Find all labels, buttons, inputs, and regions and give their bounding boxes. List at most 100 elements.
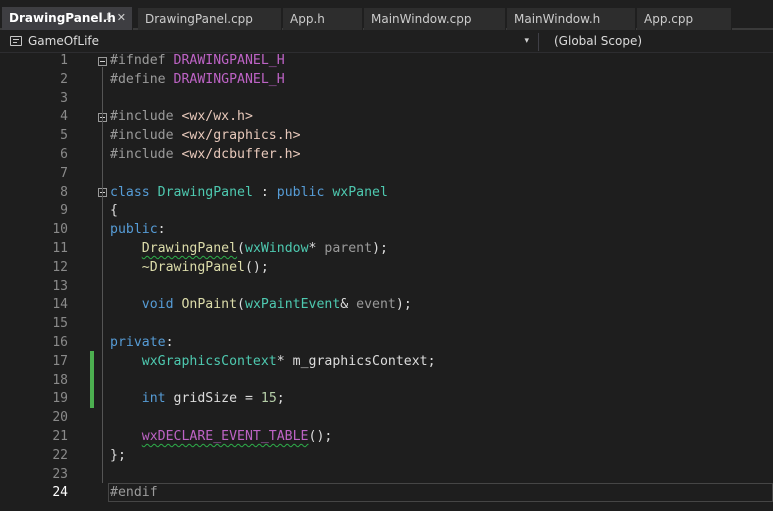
code-line[interactable]: ~DrawingPanel();: [110, 259, 269, 278]
navbar-divider: [538, 33, 539, 51]
line-number: 21: [52, 429, 68, 444]
code-line[interactable]: {: [110, 202, 118, 221]
tab-app-h[interactable]: App.h: [283, 8, 363, 30]
code-line[interactable]: wxGraphicsContext* m_graphicsContext;: [110, 353, 436, 372]
code-token: ~DrawingPanel: [141, 259, 245, 275]
code-token: #define: [110, 71, 174, 87]
close-icon[interactable]: ✕: [117, 7, 126, 29]
code-line[interactable]: int gridSize = 15;: [110, 390, 285, 409]
line-number: 8: [60, 184, 68, 200]
tab-drawingpanel-cpp[interactable]: DrawingPanel.cpp: [138, 8, 282, 30]
code-token: ();: [244, 259, 269, 275]
code-token: &: [340, 297, 357, 313]
line-number: 3: [60, 90, 68, 106]
tab-label: MainWindow.cpp: [371, 12, 472, 26]
code-token: wxPaintEvent: [245, 297, 341, 313]
code-token: OnPaint: [181, 297, 238, 313]
code-token: };: [110, 447, 126, 463]
line-number: 9: [60, 203, 68, 219]
scope-dropdown[interactable]: (Global Scope): [542, 32, 773, 50]
line-number: 6: [60, 147, 68, 162]
line-number: 11: [52, 241, 68, 256]
code-line[interactable]: DrawingPanel(wxWindow* parent);: [110, 240, 388, 259]
document-tab-bar: DrawingPanel.h ⊥ ✕ DrawingPanel.cpp App.…: [0, 0, 773, 30]
tab-label: DrawingPanel.cpp: [145, 12, 253, 26]
code-token: ;: [276, 391, 285, 407]
line-number: 14: [52, 297, 68, 313]
code-line[interactable]: };: [110, 447, 126, 466]
code-line[interactable]: #include <wx/dcbuffer.h>: [110, 146, 301, 165]
tab-label: App.h: [290, 12, 325, 26]
line-number: 13: [52, 278, 68, 294]
code-token: :: [157, 222, 166, 238]
code-token: int: [141, 391, 174, 407]
line-number: 16: [52, 335, 68, 350]
pin-icon[interactable]: ⊥: [103, 7, 112, 29]
line-number: 23: [52, 466, 68, 482]
code-token: * m_graphicsContext;: [276, 353, 436, 369]
line-number: 4: [60, 109, 68, 125]
code-token: wxPanel: [332, 184, 388, 200]
tab-label: App.cpp: [644, 12, 694, 26]
code-line[interactable]: #ifndef DRAWINGPANEL_H: [110, 52, 285, 71]
code-token: ();: [308, 429, 333, 444]
code-token: :: [165, 335, 174, 350]
line-number: 17: [52, 353, 68, 369]
line-number: 18: [52, 372, 68, 388]
code-token: (: [237, 241, 245, 256]
code-token: wxGraphicsContext: [141, 353, 277, 369]
code-token: #include: [110, 109, 182, 125]
code-token: event: [356, 297, 396, 313]
code-token: DrawingPanel: [141, 241, 238, 256]
code-token: gridSize =: [173, 391, 261, 407]
code-token: 15: [260, 391, 277, 407]
change-indicator: [90, 351, 94, 408]
code-line[interactable]: #define DRAWINGPANEL_H: [110, 71, 285, 90]
code-line[interactable]: #include <wx/graphics.h>: [110, 127, 301, 146]
line-number: 15: [52, 316, 68, 332]
outline-guide: [102, 198, 103, 454]
code-line[interactable]: public:: [110, 221, 166, 240]
code-token: DRAWINGPANEL_H: [173, 71, 285, 87]
project-icon: [10, 36, 22, 46]
code-token: <wx/dcbuffer.h>: [181, 147, 301, 162]
outline-guide: [102, 123, 103, 164]
code-token: (: [237, 297, 245, 313]
line-number: 12: [52, 259, 68, 275]
line-number: 20: [52, 410, 68, 426]
project-dropdown[interactable]: GameOfLife ▾: [0, 32, 535, 50]
code-token: *: [308, 241, 325, 256]
code-token: parent: [324, 241, 373, 256]
tab-mainwindow-h[interactable]: MainWindow.h: [507, 8, 636, 30]
code-editor[interactable]: 1 2 3 4 5 6 7 8 9 10 11 12 13 14 15 16 17 18 19 20 21 22 23 24 …: [0, 53, 773, 511]
code-token: );: [372, 241, 388, 256]
code-token: <wx/wx.h>: [181, 109, 253, 125]
code-token: DrawingPanel: [157, 184, 253, 200]
code-token: class: [110, 184, 158, 200]
line-number: 7: [60, 165, 68, 181]
code-line[interactable]: private:: [110, 334, 174, 353]
code-line[interactable]: wxDECLARE_EVENT_TABLE();: [110, 428, 333, 447]
code-line[interactable]: class DrawingPanel : public wxPanel: [110, 184, 388, 203]
line-number: 24: [52, 485, 68, 501]
code-token: :: [252, 184, 277, 200]
code-token: void: [141, 297, 182, 313]
code-token: DRAWINGPANEL_H: [173, 53, 285, 68]
code-line[interactable]: void OnPaint(wxPaintEvent& event);: [110, 296, 412, 315]
tab-mainwindow-cpp[interactable]: MainWindow.cpp: [364, 8, 506, 30]
chevron-down-icon: ▾: [524, 36, 529, 46]
fold-collapse-icon[interactable]: [98, 57, 107, 66]
code-token: #ifndef: [110, 53, 174, 68]
tab-app-cpp[interactable]: App.cpp: [637, 8, 732, 30]
code-line[interactable]: #include <wx/wx.h>: [110, 108, 253, 127]
tab-drawingpanel-h[interactable]: DrawingPanel.h ⊥ ✕: [2, 7, 133, 30]
code-token: {: [110, 203, 118, 219]
scope-name: (Global Scope): [554, 34, 643, 48]
current-line-highlight: [108, 483, 773, 502]
code-token: #include: [110, 147, 182, 162]
